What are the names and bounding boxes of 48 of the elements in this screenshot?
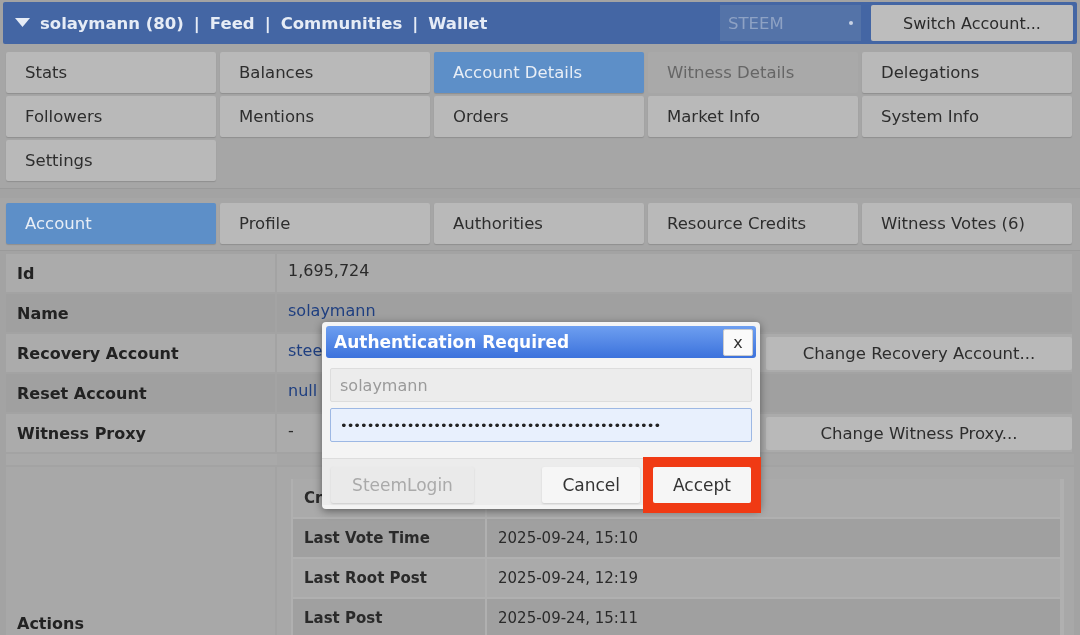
field-label: Last Post — [304, 609, 383, 627]
caret-icon[interactable] — [15, 18, 30, 28]
field-value: - — [288, 420, 294, 440]
change-button[interactable]: Change Recovery Account... — [766, 336, 1072, 370]
section-tab[interactable]: Profile — [220, 203, 430, 244]
user-link[interactable]: solaymann (80) — [40, 13, 184, 33]
change-button[interactable]: Change Witness Proxy... — [766, 416, 1072, 450]
account-link[interactable]: null — [288, 380, 318, 400]
section-tab[interactable]: Witness Votes (6) — [862, 203, 1072, 244]
separator: | — [412, 13, 419, 33]
nav-link[interactable]: Wallet — [428, 13, 488, 33]
field-value: 1,695,724 — [288, 260, 370, 280]
account-link[interactable]: solaymann — [288, 300, 376, 320]
dropdown-icon — [849, 21, 853, 25]
nav-tab[interactable]: Orders — [434, 96, 644, 137]
nav-tab[interactable]: Delegations — [862, 52, 1072, 93]
nav-tab[interactable]: Balances — [220, 52, 430, 93]
section-tab[interactable]: Authorities — [434, 203, 644, 244]
separator: | — [193, 13, 200, 33]
field-value: 2025-09-24, 12:19 — [498, 569, 638, 587]
nav-tab[interactable]: Mentions — [220, 96, 430, 137]
field-label: Actions — [17, 614, 84, 633]
nav-tab[interactable]: Settings — [6, 140, 216, 181]
dialog-button[interactable]: Accept — [653, 467, 751, 503]
switch-account-button[interactable]: Switch Account... — [871, 5, 1073, 41]
field-label: Id — [17, 263, 35, 283]
close-button[interactable]: x — [723, 328, 753, 356]
field-label: Reset Account — [17, 383, 147, 403]
field-value: 2025-09-24, 15:10 — [498, 529, 638, 547]
nav-tab[interactable]: System Info — [862, 96, 1072, 137]
dialog-button[interactable]: Cancel — [542, 467, 640, 503]
section-tab[interactable]: Resource Credits — [648, 203, 858, 244]
field-value: 2025-09-24, 15:11 — [498, 609, 638, 627]
dialog-title: Authentication Required — [334, 332, 570, 352]
field-label: Last Vote Time — [304, 529, 430, 547]
nav-link[interactable]: Communities — [280, 13, 403, 33]
nav-tab[interactable]: Followers — [6, 96, 216, 137]
field-label: Cr — [304, 489, 323, 507]
field-label: Recovery Account — [17, 343, 179, 363]
account-link[interactable]: stee — [288, 340, 323, 360]
nav-tab[interactable]: Market Info — [648, 96, 858, 137]
separator: | — [264, 13, 271, 33]
field-label: Name — [17, 303, 69, 323]
nav-tab[interactable]: Stats — [6, 52, 216, 93]
field-label: Witness Proxy — [17, 423, 146, 443]
field-label: Last Root Post — [304, 569, 427, 587]
password-field[interactable]: •••••••••••••••••••••••••••••••••••••••••••••••• — [330, 408, 752, 442]
nav-link[interactable]: Feed — [209, 13, 255, 33]
